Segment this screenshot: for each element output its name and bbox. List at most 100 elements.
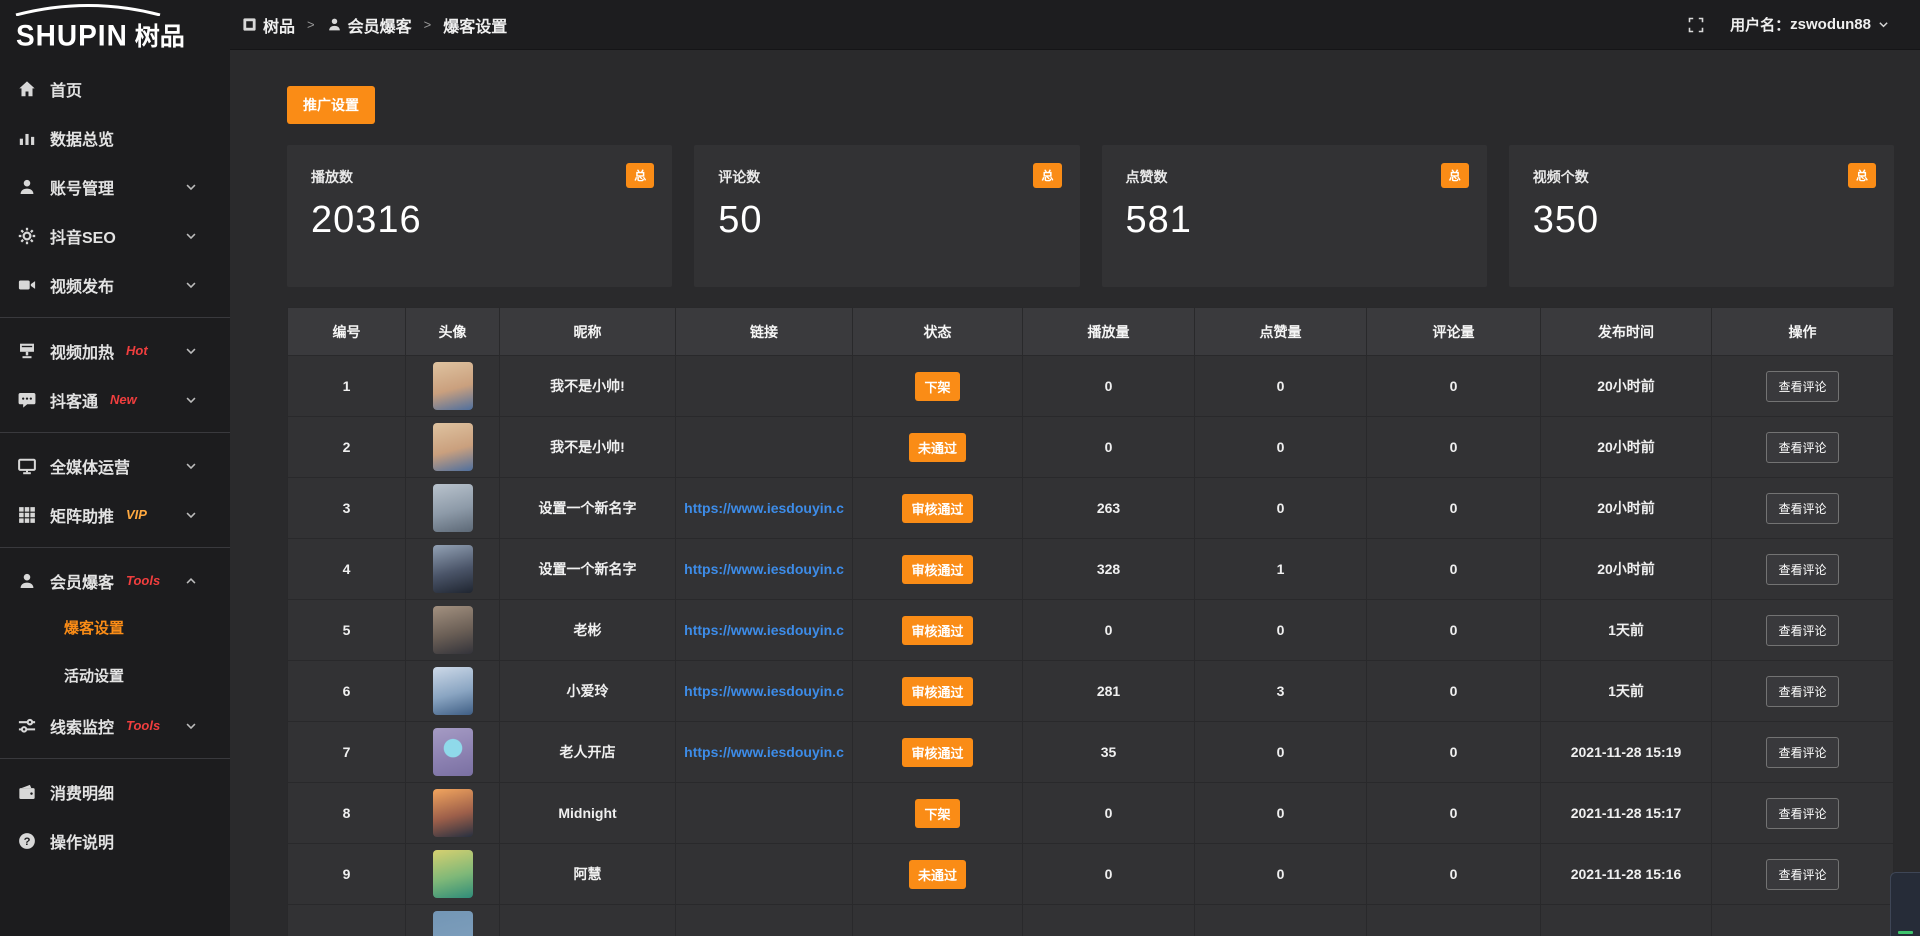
cell-link (676, 783, 853, 844)
status-badge: 审核通过 (902, 677, 972, 706)
cell-id: 4 (288, 539, 406, 600)
sidebar-item-label: 全媒体运营 (50, 454, 130, 478)
stat-card: 视频个数350总 (1509, 145, 1894, 287)
sidebar-subitem-baoke-settings[interactable]: 爆客设置 (0, 605, 230, 653)
cell-nickname: 小爱玲 (500, 661, 676, 722)
breadcrumb-label: 爆客设置 (443, 13, 507, 37)
table-row: 5老彬https://www.iesdouyin.c审核通过0001天前查看评论 (288, 600, 1894, 661)
helper-widget-bars (1898, 929, 1913, 936)
chevron-down-icon (184, 180, 198, 194)
cell-comments: 0 (1367, 478, 1541, 539)
user-dropdown[interactable]: 用户名： zswodun88 (1730, 14, 1890, 35)
video-link[interactable]: https://www.iesdouyin.c (680, 622, 848, 638)
cell-plays: 263 (1023, 478, 1195, 539)
sidebar-item-operation-guide[interactable]: ?操作说明 (0, 816, 230, 865)
view-comments-button[interactable]: 查看评论 (1766, 432, 1838, 463)
cell-plays: 328 (1023, 539, 1195, 600)
sidebar-item-matrix-boost[interactable]: 矩阵助推VIP (0, 490, 230, 539)
status-badge: 审核通过 (902, 494, 972, 523)
fullscreen-icon[interactable] (1688, 17, 1704, 33)
cell-likes: 0 (1195, 478, 1367, 539)
view-comments-button[interactable]: 查看评论 (1766, 615, 1838, 646)
cell-comments: 0 (1367, 722, 1541, 783)
column-header: 播放量 (1023, 308, 1195, 356)
app-icon (242, 17, 257, 32)
sidebar-item-douyin-seo[interactable]: 抖音SEO (0, 211, 230, 260)
cell-status: 下架 (853, 783, 1023, 844)
cell-link: https://www.iesdouyin.c (676, 722, 853, 783)
sidebar-item-douketong[interactable]: 抖客通New (0, 375, 230, 424)
view-comments-button[interactable]: 查看评论 (1766, 554, 1838, 585)
sidebar-subitem-activity-settings[interactable]: 活动设置 (0, 653, 230, 701)
chevron-down-icon (184, 229, 198, 243)
username-label: 用户名： (1730, 14, 1790, 35)
view-comments-button[interactable]: 查看评论 (1766, 737, 1838, 768)
stat-label: 点赞数 (1126, 167, 1463, 187)
sidebar-item-tag: VIP (126, 507, 147, 522)
promotion-settings-button[interactable]: 推广设置 (287, 86, 375, 124)
view-comments-button[interactable]: 查看评论 (1766, 859, 1838, 890)
avatar (433, 545, 473, 593)
sidebar-item-video-heat[interactable]: 视频加热Hot (0, 326, 230, 375)
cell-avatar (406, 722, 500, 783)
video-link[interactable]: https://www.iesdouyin.c (680, 744, 848, 760)
sidebar-item-member-baoke[interactable]: 会员爆客Tools (0, 556, 230, 605)
cell-action: 查看评论 (1712, 600, 1894, 661)
chevron-down-icon (184, 278, 198, 292)
cell-link: https://www.iesdouyin.c (676, 661, 853, 722)
breadcrumb-item-member-baoke[interactable]: 会员爆客 (327, 13, 412, 37)
floating-helper-widget[interactable] (1890, 872, 1920, 936)
stat-cards: 播放数20316总评论数50总点赞数581总视频个数350总 (287, 145, 1894, 287)
svg-text:?: ? (24, 835, 31, 847)
status-badge: 下架 (915, 799, 959, 828)
sidebar-item-video-publish[interactable]: 视频发布 (0, 260, 230, 309)
cell-nickname: 老人开店 (500, 722, 676, 783)
sidebar-item-label: 消费明细 (50, 780, 114, 804)
cell-likes: 0 (1195, 356, 1367, 417)
sidebar-item-consumption-detail[interactable]: 消费明细 (0, 767, 230, 816)
sidebar-item-home[interactable]: 首页 (0, 64, 230, 113)
cell-publish-time: 20小时前 (1541, 356, 1712, 417)
sidebar-item-account-management[interactable]: 账号管理 (0, 162, 230, 211)
app-window: SHUPIN 树品 首页数据总览账号管理抖音SEO视频发布视频加热Hot抖客通N… (0, 0, 1920, 936)
video-link[interactable]: https://www.iesdouyin.c (680, 500, 848, 516)
cell-action: 查看评论 (1712, 661, 1894, 722)
sidebar-divider (0, 547, 230, 548)
view-comments-button[interactable]: 查看评论 (1766, 676, 1838, 707)
view-comments-button[interactable]: 查看评论 (1766, 493, 1838, 524)
sidebar-item-all-media-operation[interactable]: 全媒体运营 (0, 441, 230, 490)
cell-likes (1195, 905, 1367, 936)
total-badge: 总 (1033, 163, 1061, 188)
sidebar-item-label: 视频加热 (50, 339, 114, 363)
view-comments-button[interactable]: 查看评论 (1766, 371, 1838, 402)
breadcrumb-item-baoke-settings[interactable]: 爆客设置 (443, 13, 507, 37)
cell-link: https://www.iesdouyin.c (676, 539, 853, 600)
sidebar-item-label: 首页 (50, 77, 82, 101)
status-badge: 下架 (915, 372, 959, 401)
video-link[interactable]: https://www.iesdouyin.c (680, 683, 848, 699)
cell-plays: 0 (1023, 417, 1195, 478)
sidebar-item-tag: Tools (126, 573, 160, 588)
video-link[interactable]: https://www.iesdouyin.c (680, 561, 848, 577)
cell-comments: 0 (1367, 356, 1541, 417)
sidebar-divider (0, 432, 230, 433)
column-header: 头像 (406, 308, 500, 356)
view-comments-button[interactable]: 查看评论 (1766, 798, 1838, 829)
cell-id: 7 (288, 722, 406, 783)
avatar (433, 911, 473, 936)
cell-action (1712, 905, 1894, 936)
sidebar-item-clue-monitor[interactable]: 线索监控Tools (0, 701, 230, 750)
sidebar-divider (0, 317, 230, 318)
cell-avatar (406, 356, 500, 417)
column-header: 操作 (1712, 308, 1894, 356)
cell-plays: 281 (1023, 661, 1195, 722)
breadcrumb-item-shupin[interactable]: 树品 (242, 13, 295, 37)
cell-nickname: 设置一个新名字 (500, 478, 676, 539)
sidebar: SHUPIN 树品 首页数据总览账号管理抖音SEO视频发布视频加热Hot抖客通N… (0, 0, 230, 936)
chevron-down-icon (1877, 18, 1890, 31)
cell-publish-time: 1天前 (1541, 661, 1712, 722)
cell-avatar (406, 844, 500, 905)
cell-action: 查看评论 (1712, 722, 1894, 783)
cell-status: 未通过 (853, 844, 1023, 905)
sidebar-item-data-overview[interactable]: 数据总览 (0, 113, 230, 162)
